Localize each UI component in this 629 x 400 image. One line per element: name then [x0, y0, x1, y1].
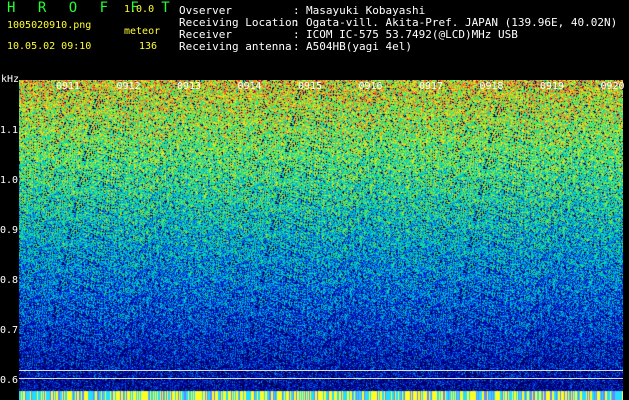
detection-count: 136	[139, 41, 158, 52]
y-axis-unit: kHz	[1, 74, 20, 85]
spectrogram	[19, 80, 623, 400]
app-version: 1.0.0	[124, 4, 155, 15]
x-tick-label: 0912	[116, 81, 141, 92]
y-tick-label: 1.1	[0, 125, 19, 136]
reference-line-lower	[19, 378, 623, 379]
info-separator: :	[293, 40, 300, 53]
x-tick-label: 0920	[600, 81, 625, 92]
file-name: 1005020910.png	[7, 20, 92, 31]
reference-line-upper	[19, 370, 623, 371]
mode-label: meteor	[124, 26, 161, 37]
y-tick-label: 0.6	[0, 375, 19, 386]
y-tick-label: 0.7	[0, 325, 19, 336]
x-tick-label: 0915	[298, 81, 323, 92]
spectrogram-area	[0, 72, 629, 400]
y-tick-label: 0.9	[0, 225, 19, 236]
x-tick-label: 0914	[237, 81, 262, 92]
y-tick-label: 1.0	[0, 175, 19, 186]
info-label: Receiving antenna	[179, 40, 292, 53]
x-tick-label: 0913	[177, 81, 202, 92]
info-value: A504HB(yagi 4el)	[306, 40, 412, 53]
x-tick-label: 0911	[56, 81, 81, 92]
x-tick-label: 0919	[540, 81, 565, 92]
x-tick-label: 0916	[358, 81, 383, 92]
datetime: 10.05.02 09:10	[7, 41, 92, 52]
y-tick-label: 0.8	[0, 275, 19, 286]
x-tick-label: 0917	[419, 81, 444, 92]
x-tick-label: 0918	[479, 81, 504, 92]
